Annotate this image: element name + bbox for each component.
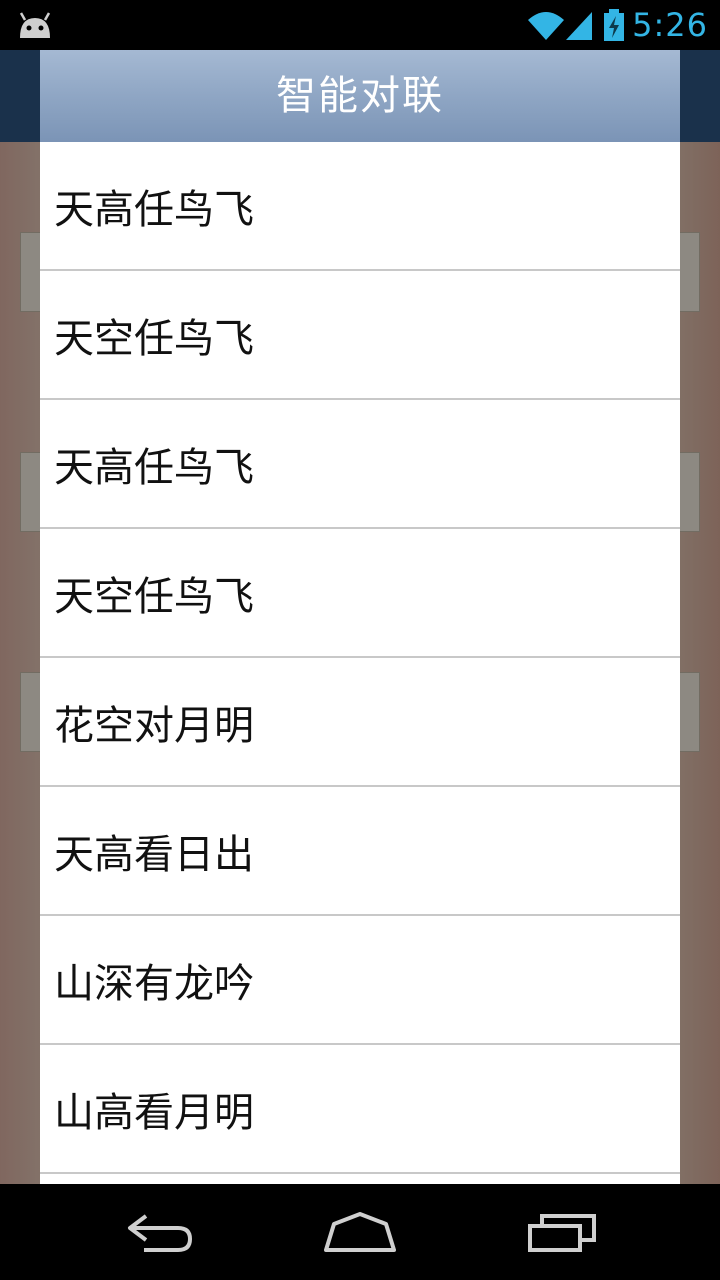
couplet-dialog: 智能对联 天高任鸟飞 天空任鸟飞 天高任鸟飞 天空任鸟飞 花空对月明 天高看日出… (40, 50, 680, 1184)
list-item[interactable]: 天高任鸟飞 (40, 142, 680, 271)
list-item[interactable]: 天空任鸟飞 (40, 529, 680, 658)
wifi-icon (528, 12, 564, 40)
home-icon[interactable] (322, 1210, 398, 1254)
option-list[interactable]: 天高任鸟飞 天空任鸟飞 天高任鸟飞 天空任鸟飞 花空对月明 天高看日出 山深有龙… (40, 142, 680, 1184)
list-item[interactable]: 天空任鸟飞 (40, 271, 680, 400)
navigation-bar (0, 1184, 720, 1280)
battery-charging-icon (604, 9, 624, 41)
list-item[interactable]: 山高看月明 (40, 1045, 680, 1174)
list-item[interactable]: 花空对月明 (40, 658, 680, 787)
recents-icon[interactable] (526, 1210, 598, 1254)
back-icon[interactable] (124, 1210, 196, 1254)
clock: 5:26 (632, 6, 708, 44)
list-item[interactable]: 天高看日出 (40, 787, 680, 916)
android-icon (19, 12, 51, 38)
signal-icon (566, 12, 592, 40)
dialog-title: 智能对联 (40, 50, 680, 142)
list-item[interactable] (40, 1174, 680, 1184)
list-item[interactable]: 天高任鸟飞 (40, 400, 680, 529)
status-bar: 5:26 (0, 0, 720, 50)
list-item[interactable]: 山深有龙吟 (40, 916, 680, 1045)
